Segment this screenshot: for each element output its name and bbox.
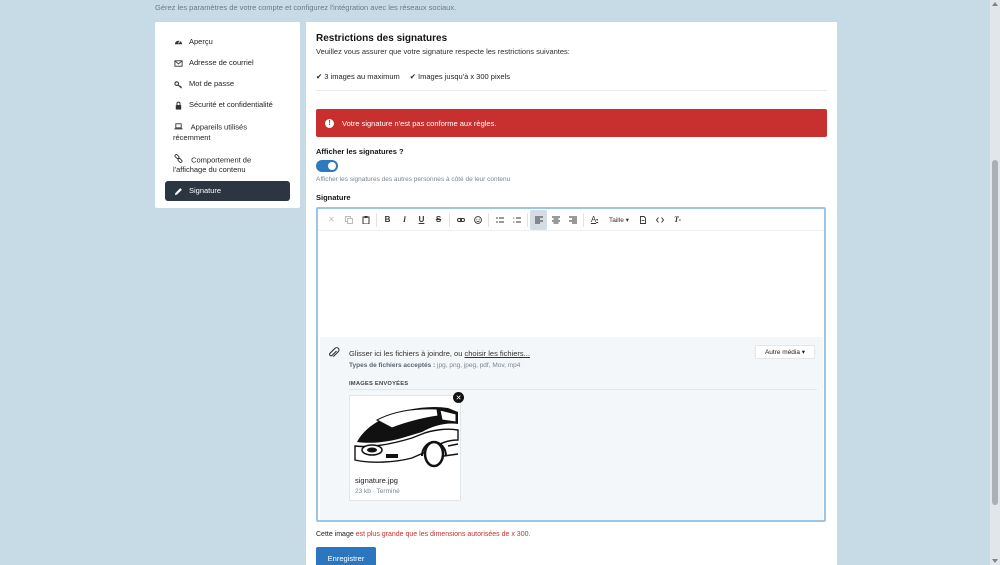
image-thumbnail — [352, 398, 460, 472]
bold-icon[interactable]: B — [379, 210, 396, 230]
emoji-icon[interactable] — [469, 210, 486, 230]
show-signatures-label: Afficher les signatures ? — [316, 147, 404, 156]
sent-images-header: IMAGES ENVOYÉES — [349, 381, 817, 390]
toolbar-separator — [449, 212, 450, 227]
sidebar-item-label: Comportement de l'affichage du contenu — [173, 155, 252, 174]
page-scrollbar[interactable] — [990, 0, 1000, 565]
uploaded-image-card[interactable]: signature.jpg 23 kb · Terminé ✕ — [349, 392, 464, 501]
restriction-text: Images jusqu'à x 300 pixels — [418, 72, 510, 81]
link-icon[interactable] — [452, 210, 469, 230]
signature-editor[interactable]: ✕ B I U S 12 A ▾ Taille ▾ T x Glisser ic… — [316, 207, 826, 522]
page-subtitle: Gérez les paramètres de votre compte et … — [155, 3, 457, 12]
error-detail: est plus grande que les dimensions autor… — [355, 531, 531, 538]
envelope-icon — [173, 58, 183, 68]
code-icon[interactable] — [652, 210, 669, 230]
dashboard-icon — [173, 37, 183, 47]
restriction-text: 3 images au maximum — [324, 72, 400, 81]
toolbar-separator — [488, 212, 489, 227]
show-signatures-toggle[interactable] — [316, 160, 338, 172]
restriction-item: ✔ 3 images au maximum — [316, 72, 400, 81]
restrictions-intro: Veuillez vous assurer que votre signatur… — [316, 47, 570, 56]
dropzone-instructions: Glisser ici les fichiers à joindre, ou — [349, 349, 463, 358]
image-size-error: Cette image est plus grande que les dime… — [316, 531, 827, 538]
scroll-up-icon[interactable] — [992, 2, 998, 6]
save-button[interactable]: Enregistrer — [316, 547, 376, 565]
align-left-icon[interactable] — [530, 209, 547, 230]
svg-text:2: 2 — [513, 220, 515, 224]
file-types-value: jpg, png, jpeg, pdf, Mov, mp4 — [437, 362, 521, 369]
sidebar-item-securite[interactable]: Sécurité et confidentialité — [165, 95, 290, 115]
strikethrough-icon[interactable]: S — [430, 210, 447, 230]
show-signatures-help: Afficher les signatures des autres perso… — [316, 176, 511, 183]
restriction-item: ✔ Images jusqu'à x 300 pixels — [410, 72, 510, 81]
sidebar-item-label: Signature — [189, 186, 222, 195]
dropzone-text: Glisser ici les fichiers à joindre, ou c… — [349, 349, 530, 358]
cut-icon[interactable]: ✕ — [323, 210, 340, 230]
source-file-icon[interactable] — [635, 210, 652, 230]
bullet-list-icon[interactable] — [491, 210, 508, 230]
other-media-label: Autre média — [764, 348, 800, 356]
toolbar-separator — [583, 212, 584, 227]
key-icon — [173, 79, 183, 89]
sidebar-item-label: Appareils utilisés récemment — [173, 122, 247, 142]
restriction-list: ✔ 3 images au maximum ✔ Images jusqu'à x 3… — [316, 72, 827, 91]
file-name: signature.jpg — [355, 476, 398, 485]
link-icon — [173, 154, 183, 164]
remove-image-icon[interactable]: ✕ — [453, 392, 464, 403]
other-media-button[interactable]: Autre média ▾ — [755, 345, 815, 359]
scrollbar-thumb[interactable] — [992, 160, 998, 505]
sidebar-item-label: Aperçu — [189, 37, 213, 46]
sidebar-item-label: Adresse de courriel — [189, 58, 254, 67]
italic-icon[interactable]: I — [396, 210, 413, 230]
toggle-knob — [328, 162, 336, 170]
sidebar-item-appareils[interactable]: Appareils utilisés récemment — [165, 116, 290, 148]
check-icon: ✔ — [316, 72, 323, 81]
sidebar-item-adresse-courriel[interactable]: Adresse de courriel — [165, 53, 290, 73]
attachment-dropzone[interactable]: Glisser ici les fichiers à joindre, ou c… — [320, 337, 823, 520]
numbered-list-icon[interactable]: 12 — [508, 210, 525, 230]
scroll-down-icon[interactable] — [992, 559, 998, 563]
sidebar-item-label: Sécurité et confidentialité — [189, 100, 273, 109]
pencil-icon — [173, 186, 183, 196]
sidebar-item-mot-de-passe[interactable]: Mot de passe — [165, 74, 290, 94]
toolbar-separator — [527, 212, 528, 227]
file-types-label: Types de fichiers acceptés : — [349, 362, 436, 369]
sidebar-item-label: Mot de passe — [189, 79, 235, 88]
sidebar-item-comportement[interactable]: Comportement de l'affichage du contenu — [165, 149, 290, 181]
toolbar-separator — [376, 212, 377, 227]
page-title: Restrictions des signatures — [316, 33, 448, 44]
font-size-label: Taille — [609, 216, 624, 224]
signature-settings-panel: Restrictions des signatures Veuillez vou… — [306, 22, 837, 565]
laptop-icon — [173, 121, 183, 131]
error-alert: ! Votre signature n'est pas conforme aux… — [316, 109, 827, 137]
underline-icon[interactable]: U — [413, 210, 430, 230]
align-right-icon[interactable] — [564, 210, 581, 230]
settings-sidebar: Aperçu Adresse de courriel Mot de passe … — [155, 22, 300, 208]
copy-icon[interactable] — [340, 210, 357, 230]
choose-files-link[interactable]: choisir les fichiers... — [464, 349, 529, 358]
sidebar-item-signature[interactable]: Signature — [165, 181, 290, 201]
paperclip-icon — [328, 346, 340, 358]
lock-icon — [173, 100, 183, 110]
check-icon: ✔ — [409, 72, 417, 81]
font-size-dropdown[interactable]: Taille ▾ — [603, 216, 635, 224]
alert-message: Votre signature n'est pas conforme aux r… — [342, 118, 497, 128]
car-sketch-image — [354, 406, 459, 468]
signature-label: Signature — [316, 193, 351, 202]
text-color-icon[interactable]: A ▾ — [586, 210, 603, 230]
exclamation-icon: ! — [325, 118, 334, 128]
editor-toolbar: ✕ B I U S 12 A ▾ Taille ▾ T x — [318, 209, 824, 231]
clear-format-icon[interactable]: Tx — [669, 210, 686, 230]
accepted-file-types: Types de fichiers acceptés : jpg, png, j… — [349, 362, 520, 369]
paste-icon[interactable] — [357, 210, 374, 230]
align-center-icon[interactable] — [547, 210, 564, 230]
sidebar-item-apercu[interactable]: Aperçu — [165, 32, 290, 52]
error-prefix: Cette image — [316, 531, 354, 538]
file-meta: 23 kb · Terminé — [355, 488, 400, 495]
